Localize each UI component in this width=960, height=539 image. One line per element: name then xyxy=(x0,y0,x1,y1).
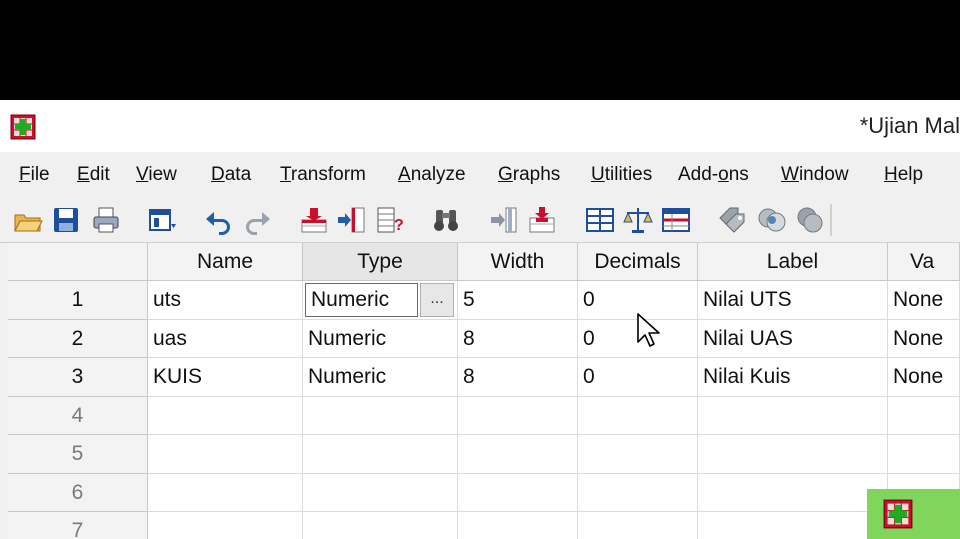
variables-icon[interactable]: ? xyxy=(374,204,406,236)
menu-edit[interactable]: Edit xyxy=(77,164,110,186)
spss-window: *Ujian Mal File Edit View Data Transform… xyxy=(0,100,960,539)
empty-cell[interactable] xyxy=(578,512,698,539)
value-labels-icon[interactable] xyxy=(716,204,748,236)
row-header-1[interactable]: 1 xyxy=(8,281,148,320)
empty-cell[interactable] xyxy=(578,435,698,474)
spss-app-icon xyxy=(10,114,36,140)
column-header-type[interactable]: Type xyxy=(303,243,458,281)
toolbar-separator xyxy=(830,204,832,236)
column-header-label[interactable]: Label xyxy=(698,243,888,281)
mouse-cursor-icon xyxy=(637,313,660,347)
row-header-5[interactable]: 5 xyxy=(8,435,148,474)
undo-icon[interactable] xyxy=(202,204,234,236)
menu-transform[interactable]: Transform xyxy=(280,164,366,186)
empty-cell[interactable] xyxy=(458,435,578,474)
cell-width-3[interactable]: 8 xyxy=(458,358,578,397)
empty-cell[interactable] xyxy=(698,512,888,539)
find-icon[interactable] xyxy=(430,204,462,236)
column-header-values[interactable]: Va xyxy=(888,243,960,281)
cell-values-3[interactable]: None xyxy=(888,358,960,397)
row-header-4[interactable]: 4 xyxy=(8,396,148,435)
menu-analyze[interactable]: Analyze xyxy=(398,164,466,186)
empty-cell[interactable] xyxy=(148,473,303,512)
cell-width-1[interactable]: 5 xyxy=(458,281,578,320)
column-header-decimals[interactable]: Decimals xyxy=(578,243,698,281)
title-bar: *Ujian Mal xyxy=(0,100,960,152)
empty-cell[interactable] xyxy=(698,435,888,474)
cell-label-1[interactable]: Nilai UTS xyxy=(698,281,888,320)
empty-cell[interactable] xyxy=(303,473,458,512)
redo-icon[interactable] xyxy=(242,204,274,236)
menu-file[interactable]: File xyxy=(19,164,50,186)
empty-cell[interactable] xyxy=(303,512,458,539)
open-folder-icon[interactable] xyxy=(12,204,44,236)
row-header-6[interactable]: 6 xyxy=(8,473,148,512)
variable-view-grid: Name Type Width Decimals Label Va 1 uts … xyxy=(8,243,960,539)
goto-case-icon[interactable] xyxy=(298,204,330,236)
empty-cell[interactable] xyxy=(888,396,960,435)
use-variable-sets-icon[interactable] xyxy=(756,204,788,236)
window-title: *Ujian Mal xyxy=(859,113,960,138)
type-edit-field[interactable]: Numeric xyxy=(305,283,418,317)
row-header-2[interactable]: 2 xyxy=(8,319,148,358)
split-file-icon[interactable] xyxy=(584,204,616,236)
cell-type-2[interactable]: Numeric xyxy=(303,319,458,358)
toolbar: ? xyxy=(0,198,960,243)
empty-cell[interactable] xyxy=(303,396,458,435)
select-cases-icon[interactable] xyxy=(660,204,692,236)
empty-cell[interactable] xyxy=(698,473,888,512)
insert-variable-icon[interactable] xyxy=(488,204,520,236)
row-header-3[interactable]: 3 xyxy=(8,358,148,397)
empty-cell[interactable] xyxy=(148,396,303,435)
menu-window[interactable]: Window xyxy=(781,164,849,186)
dialog-recall-icon[interactable] xyxy=(146,204,178,236)
cell-label-2[interactable]: Nilai UAS xyxy=(698,319,888,358)
cell-decimals-3[interactable]: 0 xyxy=(578,358,698,397)
menu-graphs[interactable]: Graphs xyxy=(498,164,560,186)
empty-cell[interactable] xyxy=(458,512,578,539)
cell-values-1[interactable]: None xyxy=(888,281,960,320)
empty-cell[interactable] xyxy=(458,473,578,512)
cell-width-2[interactable]: 8 xyxy=(458,319,578,358)
save-icon[interactable] xyxy=(50,204,82,236)
empty-cell[interactable] xyxy=(888,435,960,474)
type-dialog-button[interactable]: ... xyxy=(420,283,454,317)
empty-cell[interactable] xyxy=(578,396,698,435)
row-header-7[interactable]: 7 xyxy=(8,512,148,539)
column-header-width[interactable]: Width xyxy=(458,243,578,281)
empty-cell[interactable] xyxy=(578,473,698,512)
menu-bar: File Edit View Data Transform Analyze Gr… xyxy=(0,152,960,198)
svg-text:?: ? xyxy=(394,217,404,234)
cell-name-2[interactable]: uas xyxy=(148,319,303,358)
print-icon[interactable] xyxy=(90,204,122,236)
empty-cell[interactable] xyxy=(148,435,303,474)
taskbar-spss-button[interactable] xyxy=(867,489,960,539)
goto-variable-icon[interactable] xyxy=(336,204,368,236)
cell-type-3[interactable]: Numeric xyxy=(303,358,458,397)
show-all-variables-icon[interactable] xyxy=(794,204,826,236)
cell-name-3[interactable]: KUIS xyxy=(148,358,303,397)
menu-view[interactable]: View xyxy=(136,164,177,186)
weight-cases-icon[interactable] xyxy=(622,204,654,236)
menu-addons[interactable]: Add-ons xyxy=(678,164,749,186)
insert-cases-icon[interactable] xyxy=(526,204,558,236)
empty-cell[interactable] xyxy=(698,396,888,435)
empty-cell[interactable] xyxy=(303,435,458,474)
menu-data[interactable]: Data xyxy=(211,164,251,186)
menu-help[interactable]: Help xyxy=(884,164,923,186)
cell-label-3[interactable]: Nilai Kuis xyxy=(698,358,888,397)
menu-utilities[interactable]: Utilities xyxy=(591,164,652,186)
spss-taskbar-icon xyxy=(883,499,913,529)
empty-cell[interactable] xyxy=(148,512,303,539)
corner-header xyxy=(8,243,148,281)
ellipsis-icon: ... xyxy=(430,290,444,307)
empty-cell[interactable] xyxy=(458,396,578,435)
column-header-name[interactable]: Name xyxy=(148,243,303,281)
cell-values-2[interactable]: None xyxy=(888,319,960,358)
cell-name-1[interactable]: uts xyxy=(148,281,303,320)
